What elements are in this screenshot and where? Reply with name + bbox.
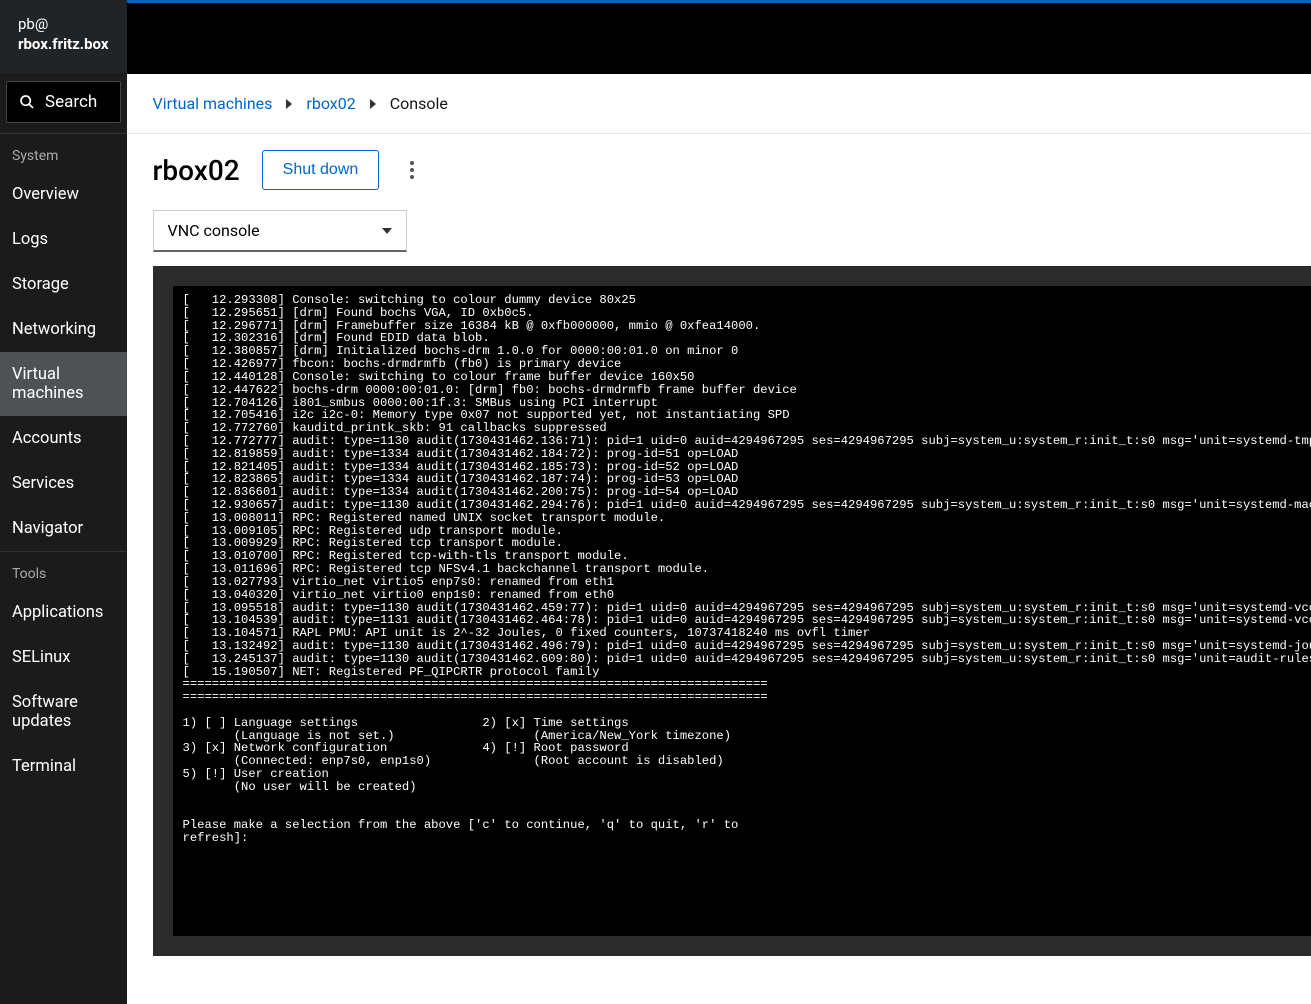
topbar: Administrative access Help Session [127,0,1311,74]
sidebar-item-accounts[interactable]: Accounts [0,416,127,461]
group-label-system: System [0,133,127,172]
chevron-right-icon [370,99,376,109]
kebab-menu[interactable] [401,158,423,182]
title-bar: rbox02 Shut down [127,134,1311,200]
search-icon [19,94,35,110]
crumb-current: Console [390,94,448,113]
chevron-down-icon [382,228,392,234]
page-title: rbox02 [153,154,240,187]
console-frame: [ 12.293308] Console: switching to colou… [153,266,1311,956]
group-label-tools: Tools [0,551,127,590]
sidebar-item-software-updates[interactable]: Software updates [0,680,127,744]
console-type-select[interactable]: VNC console [153,210,407,252]
crumb-vm-name[interactable]: rbox02 [306,94,355,113]
user-at: pb@ [18,14,109,34]
chevron-right-icon [286,99,292,109]
search-placeholder: Search [45,92,97,112]
sidebar: pb@ rbox.fritz.box Search System Overvie… [0,0,127,1004]
crumb-virtual-machines[interactable]: Virtual machines [153,94,273,113]
console-type-value: VNC console [168,221,260,240]
sidebar-item-services[interactable]: Services [0,461,127,506]
vnc-console[interactable]: [ 12.293308] Console: switching to colou… [173,286,1311,936]
sidebar-item-networking[interactable]: Networking [0,307,127,352]
sidebar-item-navigator[interactable]: Navigator [0,506,127,551]
sidebar-item-logs[interactable]: Logs [0,217,127,262]
console-controls: VNC console Send key Disconnect [127,200,1311,266]
sidebar-item-terminal[interactable]: Terminal [0,744,127,789]
main-content: Administrative access Help Session Virtu… [127,0,1311,1004]
hostname: rbox.fritz.box [18,34,109,54]
shutdown-button[interactable]: Shut down [262,150,380,190]
host-header[interactable]: pb@ rbox.fritz.box [0,0,127,73]
search-input[interactable]: Search [6,81,121,123]
sidebar-item-virtual-machines[interactable]: Virtual machines [0,352,127,416]
sidebar-item-overview[interactable]: Overview [0,172,127,217]
sidebar-item-storage[interactable]: Storage [0,262,127,307]
sidebar-item-selinux[interactable]: SELinux [0,635,127,680]
sidebar-item-applications[interactable]: Applications [0,590,127,635]
breadcrumb: Virtual machines rbox02 Console [127,74,1311,134]
